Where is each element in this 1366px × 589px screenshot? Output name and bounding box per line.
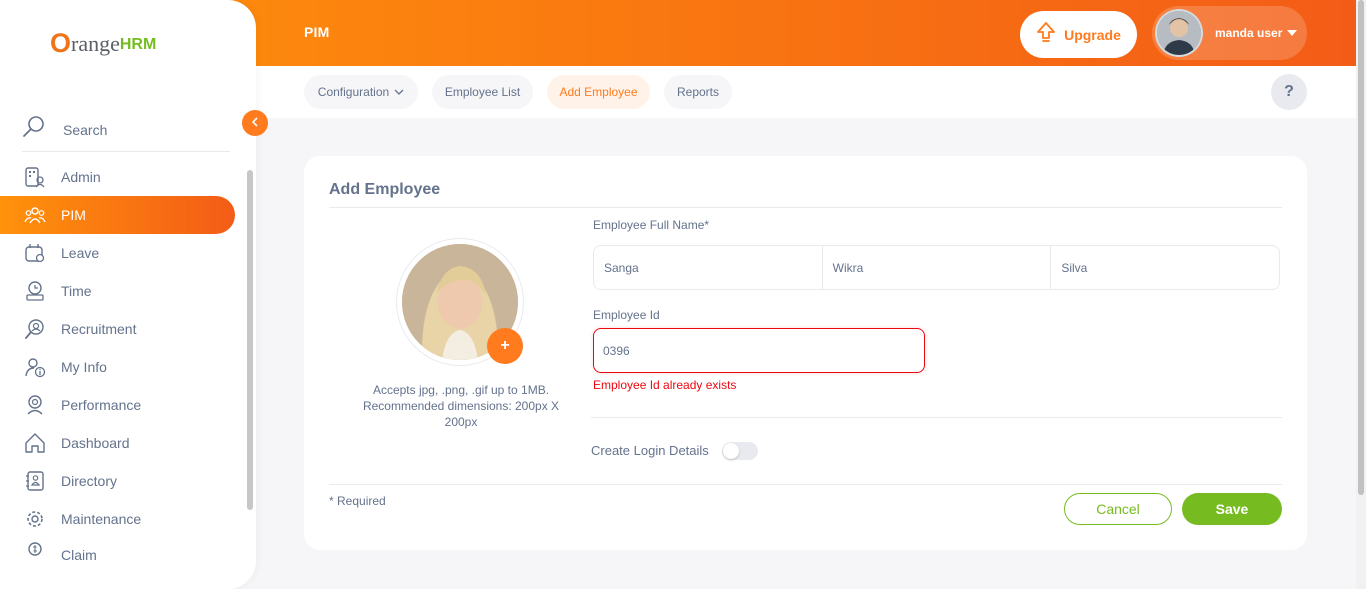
sidebar-search[interactable]: Search: [22, 108, 230, 152]
sidebar-item-label: Dashboard: [61, 435, 130, 451]
full-name-label: Employee Full Name*: [593, 218, 710, 232]
tab-configuration-label: Configuration: [317, 85, 390, 99]
sidebar-item-claim[interactable]: Claim: [0, 538, 235, 560]
sidebar-scrollbar[interactable]: [246, 160, 254, 560]
my-info-icon: [23, 355, 47, 379]
sub-navigation: Configuration Employee List Add Employee…: [256, 66, 1356, 118]
page-scrollbar-thumb[interactable]: [1358, 0, 1364, 495]
sidebar: Orange HRM Search Admin PIM Leave Time Re…: [0, 0, 256, 589]
sidebar-item-label: Recruitment: [61, 321, 137, 337]
tab-configuration[interactable]: Configuration: [304, 75, 418, 109]
last-name-input[interactable]: Silva: [1050, 246, 1279, 289]
sidebar-item-label: My Info: [61, 359, 107, 375]
page-title: Add Employee: [329, 181, 441, 198]
employee-id-label: Employee Id: [593, 308, 660, 322]
logo-o: O: [50, 28, 72, 58]
recruitment-icon: [23, 317, 47, 341]
title-divider: [329, 207, 1282, 208]
toggle-knob: [723, 443, 739, 459]
save-button[interactable]: Save: [1182, 493, 1282, 525]
sidebar-item-label: Admin: [61, 169, 101, 185]
upgrade-label: Upgrade: [1064, 26, 1121, 43]
plus-icon: +: [500, 337, 510, 354]
upgrade-arrow-icon: [1036, 22, 1056, 47]
sidebar-scrollbar-thumb[interactable]: [247, 170, 253, 510]
user-name: manda user: [1215, 26, 1283, 40]
sidebar-item-label: Directory: [61, 473, 118, 489]
sidebar-item-dashboard[interactable]: Dashboard: [0, 424, 235, 462]
tab-employee-list-label: Employee List: [444, 85, 521, 99]
upgrade-button[interactable]: Upgrade: [1020, 11, 1137, 58]
add-employee-card: Add Employee + Accepts jpg, .png, .gif u…: [304, 156, 1307, 550]
tab-employee-list[interactable]: Employee List: [432, 75, 533, 109]
logo-range: range: [71, 31, 120, 56]
module-title: PIM: [304, 24, 330, 40]
required-note: * Required: [329, 494, 386, 508]
sidebar-item-leave[interactable]: Leave: [0, 234, 235, 272]
create-login-toggle[interactable]: [722, 442, 758, 460]
sidebar-item-label: Claim: [61, 547, 97, 560]
sidebar-item-directory[interactable]: Directory: [0, 462, 235, 500]
search-label: Search: [63, 121, 108, 138]
claim-icon: [23, 538, 47, 560]
employee-id-error: Employee Id already exists: [593, 378, 737, 392]
admin-icon: [23, 165, 47, 189]
cancel-button[interactable]: Cancel: [1064, 493, 1172, 525]
tab-reports[interactable]: Reports: [664, 75, 732, 109]
page-scrollbar[interactable]: [1356, 0, 1366, 589]
middle-name-input[interactable]: Wikra: [821, 246, 1051, 289]
sidebar-item-recruitment[interactable]: Recruitment: [0, 310, 235, 348]
tab-reports-label: Reports: [676, 85, 720, 99]
create-login-label: Create Login Details: [591, 443, 709, 458]
photo-upload-hint: Accepts jpg, .png, .gif up to 1MB. Recom…: [362, 383, 560, 429]
sidebar-item-label: Performance: [61, 397, 142, 413]
section-divider: [591, 417, 1282, 418]
directory-icon: [23, 469, 47, 493]
pim-icon: [23, 203, 47, 227]
add-photo-button[interactable]: +: [487, 328, 523, 364]
performance-icon: [23, 393, 47, 417]
sidebar-item-maintenance[interactable]: Maintenance: [0, 500, 235, 538]
footer-divider: [329, 484, 1282, 485]
employee-id-input[interactable]: 0396: [593, 328, 925, 373]
time-icon: [23, 279, 47, 303]
dashboard-icon: [23, 431, 47, 455]
leave-icon: [23, 241, 47, 265]
sidebar-item-pim[interactable]: PIM: [0, 196, 235, 234]
search-icon: [22, 115, 46, 144]
sidebar-item-time[interactable]: Time: [0, 272, 235, 310]
user-menu[interactable]: manda user: [1152, 6, 1307, 60]
help-icon: ?: [1284, 83, 1294, 100]
caret-down-icon: [1287, 30, 1298, 36]
sidebar-item-label: Leave: [61, 245, 100, 261]
sidebar-item-admin[interactable]: Admin: [0, 158, 235, 196]
sidebar-item-label: Time: [61, 283, 92, 299]
chevron-down-icon: [394, 85, 404, 99]
tab-add-employee[interactable]: Add Employee: [547, 75, 650, 109]
tab-add-employee-label: Add Employee: [559, 85, 638, 99]
chevron-left-icon: [250, 116, 260, 131]
full-name-group: Sanga Wikra Silva: [593, 245, 1280, 290]
first-name-input[interactable]: Sanga: [594, 246, 822, 289]
sidebar-item-label: Maintenance: [61, 511, 142, 527]
collapse-sidebar-button[interactable]: [242, 110, 268, 136]
orangehrm-logo: Orange HRM: [50, 30, 156, 57]
maintenance-icon: [23, 507, 47, 531]
sidebar-item-my-info[interactable]: My Info: [0, 348, 235, 386]
sidebar-item-performance[interactable]: Performance: [0, 386, 235, 424]
user-avatar: [1155, 9, 1203, 57]
sidebar-item-label: PIM: [61, 207, 86, 223]
help-button[interactable]: ?: [1271, 74, 1307, 110]
logo-hrm: HRM: [119, 36, 157, 53]
